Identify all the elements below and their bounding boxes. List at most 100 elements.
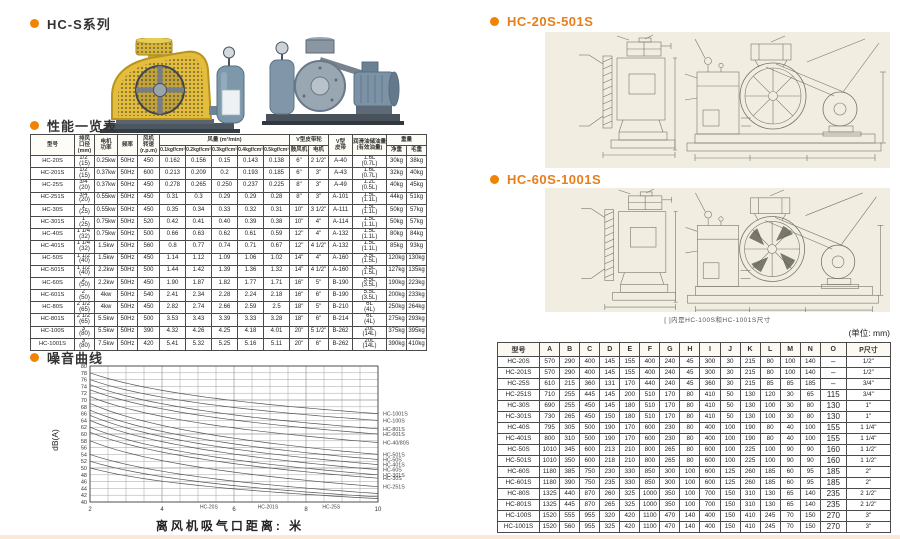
dim-cell: 100 — [720, 434, 740, 445]
dim-table-row: HC-801S132544587026532510003501007001503… — [498, 500, 891, 511]
dim-cell: 190 — [600, 423, 620, 434]
column-header: K — [740, 343, 760, 357]
dim-cell: 215 — [740, 379, 760, 390]
dim-cell: 170 — [620, 434, 640, 445]
dim-cell: 150 — [600, 412, 620, 423]
perf-cell: 6L (4L) — [353, 314, 387, 326]
dim-cell: 230 — [660, 434, 680, 445]
dim-cell: HC-251S — [498, 390, 540, 401]
curve-label: HC-30S — [383, 476, 402, 482]
perf-cell: 3" — [309, 192, 329, 204]
curve-label: HC-601S — [383, 432, 405, 438]
y-tick-label: 50 — [81, 466, 87, 472]
perf-cell: 233kg — [407, 290, 427, 302]
perf-cell: 40kg — [387, 180, 407, 192]
series-section-title: HC-S系列 — [30, 14, 111, 33]
dim-cell: 80 — [680, 390, 700, 401]
perf-cell: 0.3 — [186, 192, 212, 204]
perf-cell: 6" — [309, 290, 329, 302]
perf-cell: 0.138 — [264, 156, 290, 168]
dim-cell: 1010 — [540, 456, 560, 467]
perf-cell: 250kg — [387, 302, 407, 314]
dim-cell: 80 — [680, 456, 700, 467]
dim-cell: 100 — [800, 434, 820, 445]
perf-cell: 0.31 — [160, 192, 186, 204]
perf-cell: 0.37kw — [95, 180, 118, 192]
dim-cell: 600 — [700, 478, 720, 489]
column-header: 润滑油储油量 (有效油量) — [353, 135, 387, 156]
dim-cell: 245 — [760, 511, 780, 522]
dim-cell: 130 — [740, 390, 760, 401]
perf-table-row: HC-601S2" (50)4kw50Hz5402.412.342.282.24… — [31, 290, 427, 302]
perf-cell: 0.40 — [212, 216, 238, 228]
performance-table: 型号排风 口径 (mm)电机 功率频率风机 转速 (r.p.m)风量 (m³/m… — [30, 134, 427, 351]
perf-cell: A-132 — [329, 229, 353, 241]
dim-cell: 80 — [760, 357, 780, 368]
dim-cell: 350 — [560, 456, 580, 467]
perf-table-row: HC-801S2 1/2" (65)5.5kw50Hz5003.533.433.… — [31, 314, 427, 326]
dim-cell: HC-40S — [498, 423, 540, 434]
dim-cell: HC-30S — [498, 401, 540, 412]
perf-cell: HC-50S — [31, 253, 75, 265]
perf-cell: 0.250 — [212, 180, 238, 192]
column-header: V型皮带轮 — [290, 135, 329, 146]
dim-cell: 100 — [760, 456, 780, 467]
perf-cell: 50kg — [387, 204, 407, 216]
perf-table-row: HC-201S1/2" (15)0.37kw50Hz6000.2130.2090… — [31, 168, 427, 180]
dim-cell: 410 — [740, 511, 760, 522]
dim-cell: 400 — [640, 357, 660, 368]
perf-cell: 0.237 — [238, 180, 264, 192]
perf-cell: 3/4" (20) — [75, 180, 95, 192]
dim-cell: 215 — [740, 357, 760, 368]
dim-cell: 2 1/2" — [846, 489, 890, 500]
perf-table-row: HC-40S1 1/4" (32)0.75kw50Hz5000.660.630.… — [31, 229, 427, 241]
dim-cell: 140 — [800, 368, 820, 379]
dim-cell: 510 — [640, 412, 660, 423]
dim-cell: 213 — [600, 445, 620, 456]
perf-title-text: 性能一览表 — [47, 116, 117, 135]
perf-cell: 50Hz — [118, 314, 138, 326]
perf-cell: 1.77 — [238, 277, 264, 289]
perf-cell: 14" — [290, 253, 309, 265]
dim-cell: 1 1/2" — [846, 456, 890, 467]
dim-cell: 130 — [820, 412, 846, 423]
perf-cell: 5 1/2" — [309, 326, 329, 338]
perf-cell: HC-25S — [31, 180, 75, 192]
perf-cell: 30kg — [387, 156, 407, 168]
perf-cell: 5.25 — [212, 338, 238, 350]
perf-cell: 3.28 — [264, 314, 290, 326]
perf-table-row: HC-60S2" (50)2.2kw50Hz4501.901.871.821.7… — [31, 277, 427, 289]
dim-cell: 1010 — [540, 445, 560, 456]
column-header: 0.5kgf/cm² — [264, 145, 290, 156]
dim-cell: 170 — [660, 401, 680, 412]
perf-cell: 5" — [309, 302, 329, 314]
perf-cell: A-49 — [329, 180, 353, 192]
perf-cell: 0.71 — [238, 241, 264, 253]
dim-cell: 30 — [780, 390, 800, 401]
perf-cell: 20L (14L) — [353, 338, 387, 350]
dim-cell: 310 — [740, 500, 760, 511]
column-header: 风量 (m³/min) — [160, 135, 290, 146]
dim-cell: 225 — [740, 456, 760, 467]
y-tick-label: 76 — [81, 378, 87, 384]
perf-cell: 4.01 — [264, 326, 290, 338]
dim-table-row: HC-501S101035060021821080026580600100225… — [498, 456, 891, 467]
perf-cell: 2" (50) — [75, 290, 95, 302]
dim-cell: 1180 — [540, 467, 560, 478]
dim-cell: 210 — [620, 445, 640, 456]
column-header: M — [780, 343, 800, 357]
dim-cell: 145 — [600, 368, 620, 379]
dim-cell: 245 — [760, 522, 780, 533]
perf-cell: 3" (80) — [75, 326, 95, 338]
dim-cell: 95 — [800, 467, 820, 478]
column-header: 排风 口径 (mm) — [75, 135, 95, 156]
dim-cell: 305 — [560, 423, 580, 434]
bullet-icon — [490, 175, 499, 184]
dim-cell: 1" — [846, 401, 890, 412]
perf-cell: 20" — [290, 338, 309, 350]
dim-cell: 410 — [740, 522, 760, 533]
dim-cell: 2" — [846, 478, 890, 489]
perf-cell: 80kg — [387, 229, 407, 241]
dim-cell: 870 — [580, 489, 600, 500]
dim-cell: 300 — [660, 467, 680, 478]
